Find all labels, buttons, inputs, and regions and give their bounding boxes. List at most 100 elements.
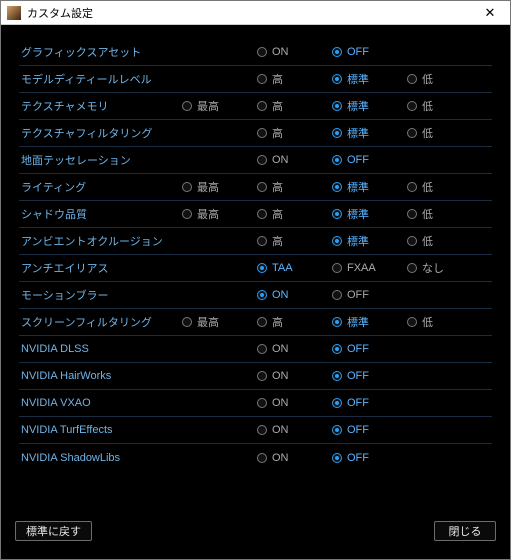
radio-option[interactable]: ON <box>257 46 332 58</box>
radio-option[interactable]: FXAA <box>332 262 407 274</box>
radio-option[interactable]: 標準 <box>332 206 407 222</box>
radio-option[interactable]: 高 <box>257 179 332 195</box>
window-title: カスタム設定 <box>27 5 476 21</box>
radio-label: 低 <box>422 206 433 222</box>
radio-option[interactable]: ON <box>257 397 332 409</box>
radio-option[interactable]: OFF <box>332 154 407 166</box>
radio-option[interactable]: 最高 <box>182 206 257 222</box>
radio-option[interactable]: OFF <box>332 452 407 464</box>
close-icon[interactable]: ✕ <box>476 3 504 23</box>
radio-option[interactable]: 標準 <box>332 71 407 87</box>
radio-option[interactable]: 低 <box>407 314 482 330</box>
radio-option[interactable]: なし <box>407 260 482 276</box>
radio-option[interactable]: OFF <box>332 397 407 409</box>
radio-option[interactable]: 標準 <box>332 233 407 249</box>
radio-option[interactable]: 低 <box>407 98 482 114</box>
radio-label: FXAA <box>347 262 376 274</box>
radio-icon <box>182 209 192 219</box>
settings-row: ライティング最高高標準低 <box>19 174 492 201</box>
radio-icon <box>332 344 342 354</box>
radio-option[interactable]: 高 <box>257 314 332 330</box>
radio-icon <box>257 290 267 300</box>
radio-label: ON <box>272 452 289 464</box>
radio-option[interactable]: ON <box>257 452 332 464</box>
radio-option[interactable]: 高 <box>257 206 332 222</box>
radio-label: 高 <box>272 206 283 222</box>
settings-row: アンビエントオクルージョン 高 標準 低 <box>19 228 492 255</box>
radio-label: 高 <box>272 233 283 249</box>
app-icon <box>7 6 21 20</box>
radio-label: 低 <box>422 71 433 87</box>
radio-option[interactable]: TAA <box>257 262 332 274</box>
radio-option[interactable]: ON <box>257 424 332 436</box>
row-label: 地面テッセレーション <box>19 152 182 168</box>
radio-icon <box>257 263 267 273</box>
row-label: NVIDIA DLSS <box>19 343 182 355</box>
row-label: テクスチャメモリ <box>19 98 182 114</box>
radio-option[interactable]: 最高 <box>182 314 257 330</box>
settings-row: NVIDIA VXAO ON OFF <box>19 390 492 417</box>
radio-option[interactable]: ON <box>257 343 332 355</box>
radio-label: OFF <box>347 452 369 464</box>
radio-option[interactable]: 最高 <box>182 179 257 195</box>
radio-label: 最高 <box>197 314 219 330</box>
settings-row: スクリーンフィルタリング最高高標準低 <box>19 309 492 336</box>
reset-button[interactable]: 標準に戻す <box>15 521 92 541</box>
radio-label: 高 <box>272 71 283 87</box>
radio-icon <box>407 263 417 273</box>
row-label: NVIDIA VXAO <box>19 397 182 409</box>
radio-icon <box>332 371 342 381</box>
radio-option[interactable]: ON <box>257 370 332 382</box>
radio-option[interactable]: 高 <box>257 71 332 87</box>
radio-option[interactable]: 低 <box>407 71 482 87</box>
settings-row: テクスチャフィルタリング高標準低 <box>19 120 492 147</box>
radio-option[interactable]: 低 <box>407 233 482 249</box>
radio-option[interactable]: OFF <box>332 370 407 382</box>
radio-label: OFF <box>347 343 369 355</box>
radio-option[interactable]: 標準 <box>332 98 407 114</box>
radio-option[interactable]: OFF <box>332 424 407 436</box>
radio-option[interactable]: 標準 <box>332 314 407 330</box>
radio-label: 標準 <box>347 233 369 249</box>
radio-option[interactable]: 標準 <box>332 125 407 141</box>
radio-label: ON <box>272 424 289 436</box>
radio-option[interactable]: 低 <box>407 206 482 222</box>
radio-label: 標準 <box>347 125 369 141</box>
radio-option[interactable]: 低 <box>407 179 482 195</box>
radio-option[interactable]: OFF <box>332 343 407 355</box>
radio-icon <box>407 317 417 327</box>
radio-icon <box>332 263 342 273</box>
radio-icon <box>257 182 267 192</box>
row-label: アンビエントオクルージョン <box>19 233 182 249</box>
radio-icon <box>332 398 342 408</box>
radio-option[interactable]: OFF <box>332 46 407 58</box>
radio-label: OFF <box>347 46 369 58</box>
radio-icon <box>332 290 342 300</box>
radio-icon <box>332 236 342 246</box>
settings-row: グラフィックスアセットONOFF <box>19 39 492 66</box>
row-label: NVIDIA TurfEffects <box>19 424 182 436</box>
radio-option[interactable]: ON <box>257 154 332 166</box>
titlebar: カスタム設定 ✕ <box>1 1 510 25</box>
radio-option[interactable]: 高 <box>257 233 332 249</box>
settings-row: アンチエイリアスTAAFXAAなし <box>19 255 492 282</box>
radio-option[interactable]: 最高 <box>182 98 257 114</box>
radio-label: 標準 <box>347 314 369 330</box>
radio-label: ON <box>272 154 289 166</box>
radio-icon <box>257 74 267 84</box>
radio-icon <box>332 101 342 111</box>
radio-option[interactable]: 高 <box>257 125 332 141</box>
radio-option[interactable]: OFF <box>332 289 407 301</box>
close-button[interactable]: 閉じる <box>434 521 496 541</box>
radio-icon <box>332 209 342 219</box>
radio-icon <box>257 453 267 463</box>
radio-option[interactable]: 高 <box>257 98 332 114</box>
radio-label: ON <box>272 289 289 301</box>
radio-option[interactable]: 標準 <box>332 179 407 195</box>
radio-option[interactable]: 低 <box>407 125 482 141</box>
radio-label: ON <box>272 397 289 409</box>
radio-label: 高 <box>272 98 283 114</box>
radio-label: 低 <box>422 98 433 114</box>
radio-option[interactable]: ON <box>257 289 332 301</box>
row-label: モーションブラー <box>19 287 182 303</box>
